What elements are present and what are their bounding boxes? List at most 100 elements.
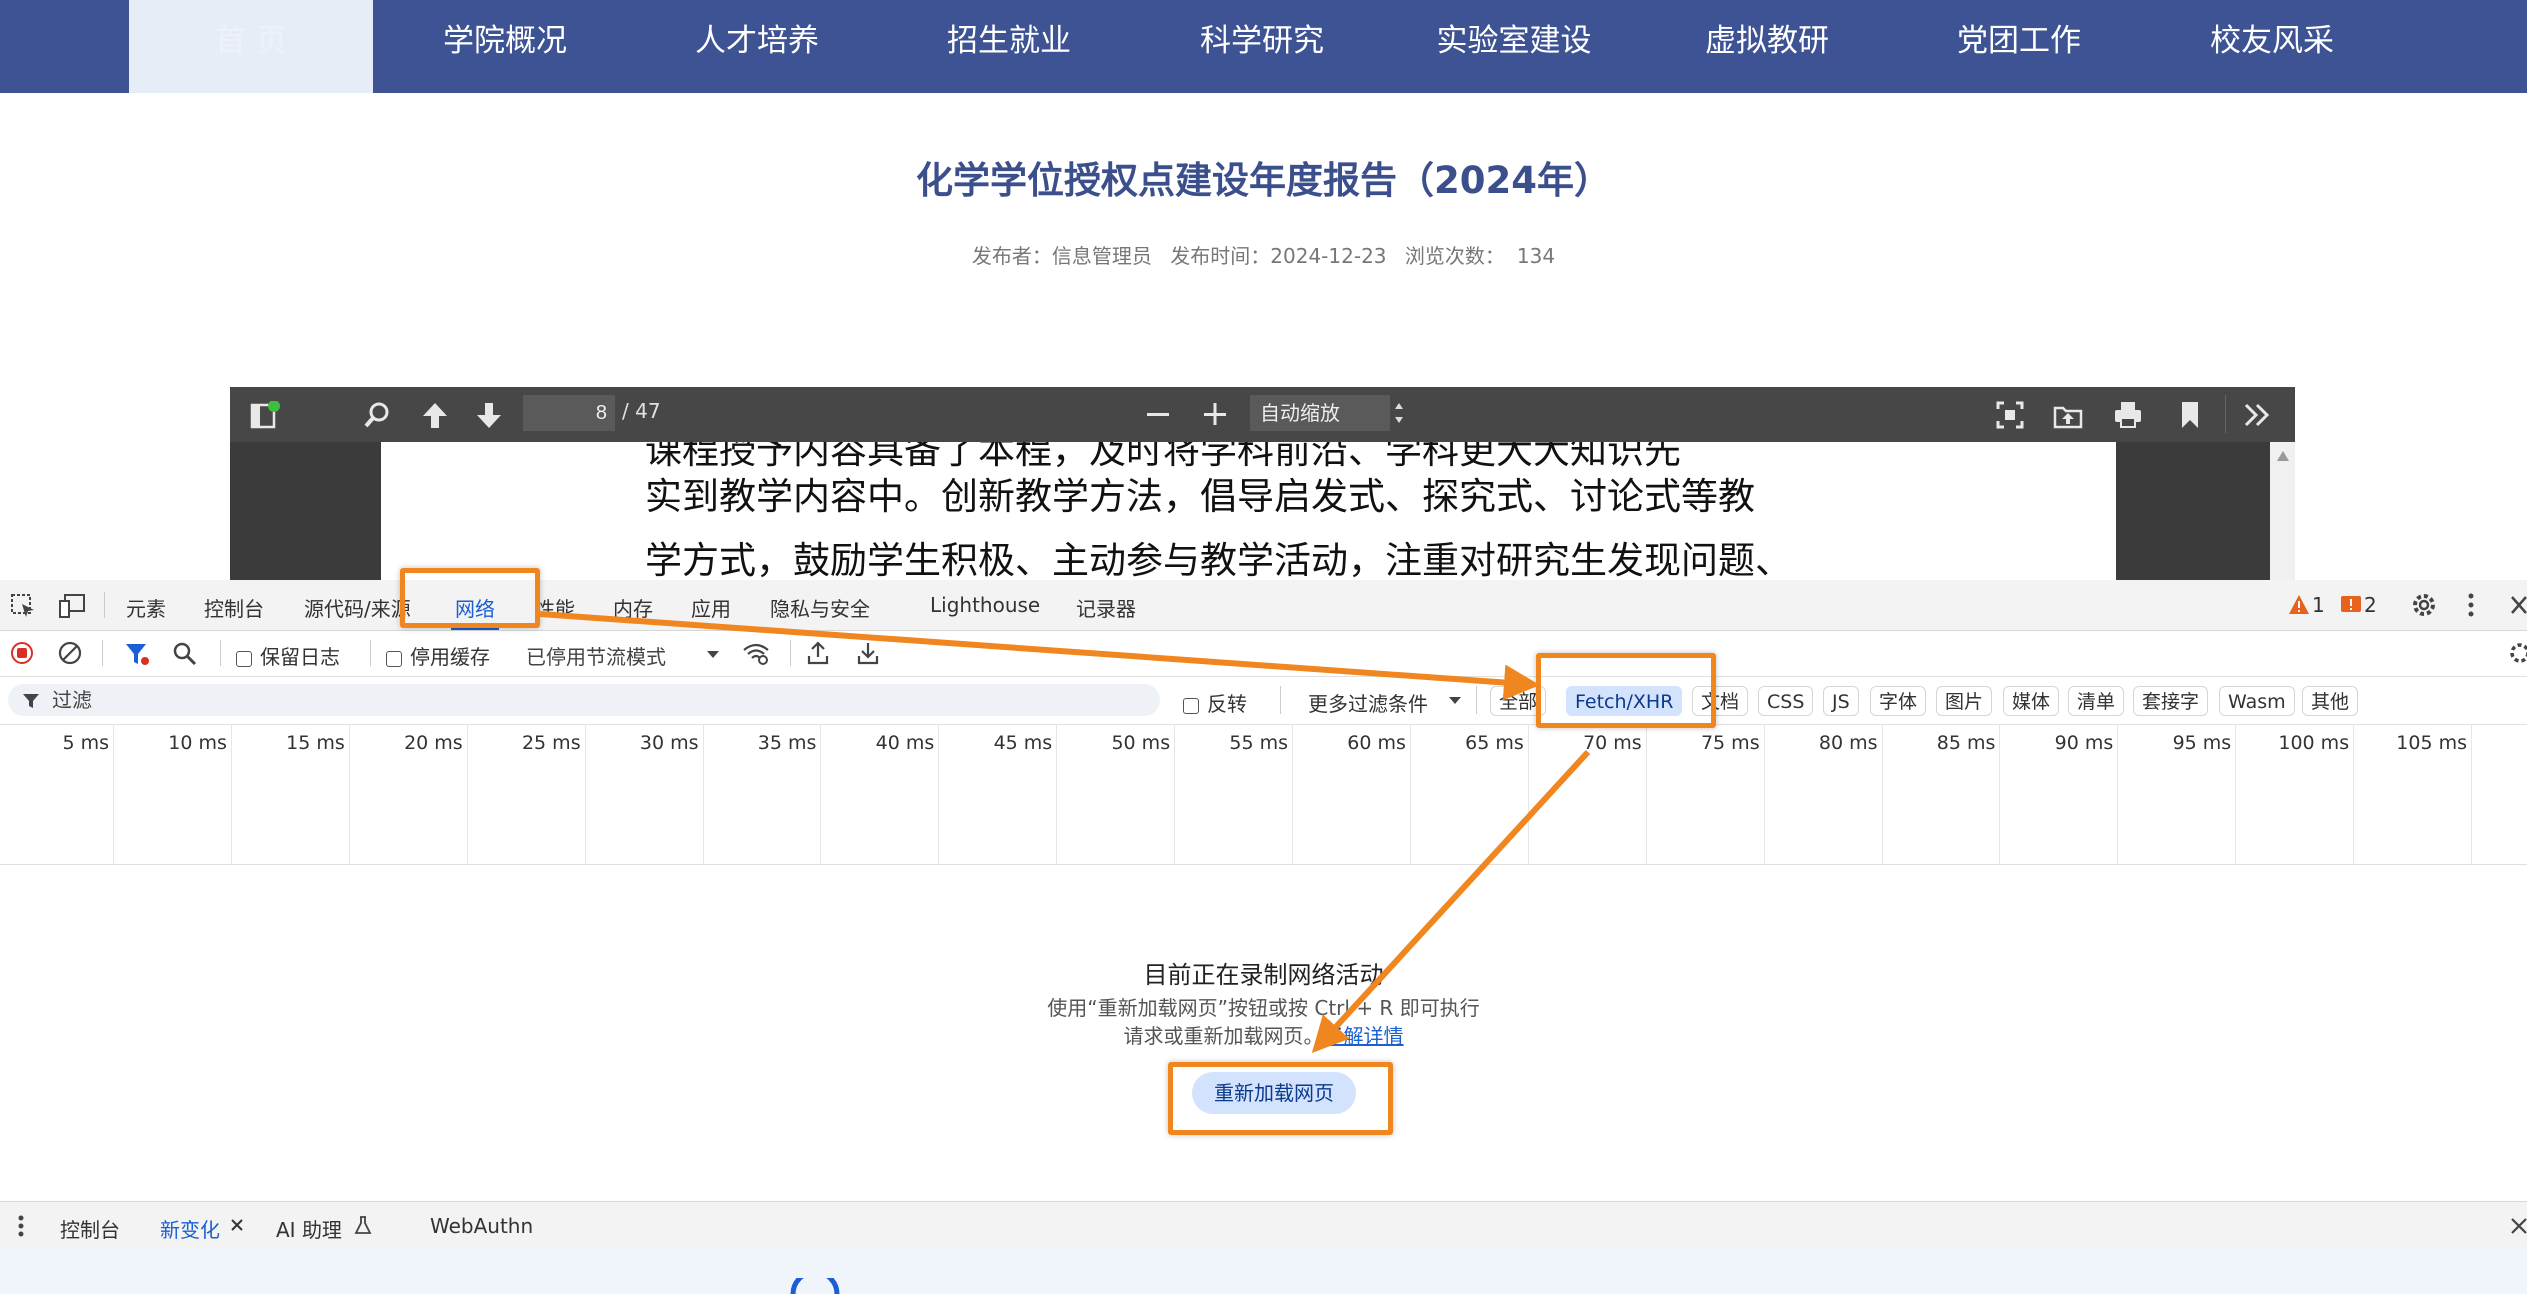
nav-item-lab[interactable]: 实验室建设 <box>1394 0 1634 93</box>
throttle-select[interactable]: 已停用节流模式 <box>526 641 666 670</box>
stop-recording-icon[interactable] <box>10 641 34 665</box>
nav-item-about[interactable]: 学院概况 <box>400 0 610 93</box>
warning-count[interactable]: 1 <box>2312 593 2325 617</box>
filter-chip-js[interactable]: JS <box>1823 686 1859 716</box>
zoom-in-icon[interactable] <box>1202 401 1228 427</box>
timeline-gridline <box>1292 724 1293 864</box>
filter-chip-other[interactable]: 其他 <box>2302 686 2359 716</box>
pdf-text-line: 学方式，鼓励学生积极、主动参与教学活动，注重对研究生发现问题、 <box>645 539 1792 580</box>
issues-count[interactable]: 2 <box>2364 593 2377 617</box>
tab-privacy-security[interactable]: 隐私与安全 <box>770 593 870 622</box>
search-icon[interactable] <box>362 400 392 430</box>
devtools-panel: 元素 控制台 源代码/来源 网络 性能 内存 应用 隐私与安全 Lighthou… <box>0 580 2527 1294</box>
checkbox-box[interactable] <box>386 650 402 667</box>
zoom-select[interactable]: 自动缩放 <box>1250 395 1403 431</box>
network-settings-icon[interactable] <box>2506 640 2527 666</box>
more-filters-dropdown[interactable]: 更多过滤条件 <box>1308 688 1428 717</box>
next-page-icon[interactable] <box>474 400 504 430</box>
timeline-gridline <box>230 724 232 864</box>
nav-item-admission[interactable]: 招生就业 <box>904 0 1114 93</box>
devtools-tab-bar: 元素 控制台 源代码/来源 网络 性能 内存 应用 隐私与安全 Lighthou… <box>0 580 2527 631</box>
filter-chip-media[interactable]: 媒体 <box>2003 686 2060 716</box>
nav-item-virtual[interactable]: 虚拟教研 <box>1662 0 1872 93</box>
print-icon[interactable] <box>2113 400 2143 430</box>
drawer-tab-console[interactable]: 控制台 <box>60 1214 120 1243</box>
publish-date: 2024-12-23 <box>1270 244 1387 268</box>
learn-more-link[interactable]: 了解详情 <box>1324 1024 1404 1048</box>
pdf-scrollbar[interactable] <box>2270 442 2295 580</box>
chevron-down-icon[interactable] <box>1448 696 1462 705</box>
presentation-mode-icon[interactable] <box>1995 400 2025 430</box>
warning-icon[interactable] <box>2288 594 2310 616</box>
timeline-gridline <box>1174 724 1176 864</box>
more-options-icon[interactable] <box>2466 591 2476 619</box>
device-toolbar-icon[interactable] <box>58 593 86 619</box>
sidebar-toggle-icon[interactable] <box>250 401 280 431</box>
network-toolbar: 保留日志 停用缓存 已停用节流模式 <box>0 630 2527 677</box>
invert-checkbox[interactable]: 反转 <box>1183 688 1247 717</box>
filter-chip-img[interactable]: 图片 <box>1936 686 1993 716</box>
timeline-tick-label: 25 ms <box>521 732 581 754</box>
filter-input[interactable]: 过滤 <box>8 684 1160 716</box>
settings-gear-icon[interactable] <box>2410 591 2438 619</box>
checkbox-box[interactable] <box>1183 697 1199 714</box>
drawer-tab-webauthn[interactable]: WebAuthn <box>430 1214 533 1238</box>
page-number-input[interactable] <box>523 395 615 431</box>
drawer-tab-changes[interactable]: 新变化 <box>156 1214 224 1253</box>
network-conditions-icon[interactable] <box>742 641 770 665</box>
view-count: 134 <box>1516 244 1556 268</box>
timeline-tick-label: 105 ms <box>2396 732 2467 754</box>
filter-chip-css[interactable]: CSS <box>1758 686 1814 716</box>
timeline-tick-label: 30 ms <box>639 732 699 754</box>
tab-elements[interactable]: 元素 <box>126 593 166 622</box>
nav-item-talent[interactable]: 人才培养 <box>652 0 862 93</box>
tab-sources[interactable]: 源代码/来源 <box>304 593 411 622</box>
export-har-icon[interactable] <box>856 640 880 666</box>
inspect-element-icon[interactable] <box>10 593 36 619</box>
timeline-tick-label: 60 ms <box>1347 732 1406 754</box>
disable-cache-checkbox[interactable]: 停用缓存 <box>386 641 490 670</box>
clear-icon[interactable] <box>58 641 82 665</box>
issues-icon[interactable] <box>2340 594 2362 616</box>
nav-item-research[interactable]: 科学研究 <box>1157 0 1367 93</box>
network-timeline[interactable]: 5 ms 10 ms 15 ms 20 ms 25 ms 30 ms 35 ms 40 ms 4… <box>0 724 2527 865</box>
drawer-menu-icon[interactable] <box>17 1214 25 1238</box>
tab-console[interactable]: 控制台 <box>204 593 264 622</box>
timeline-tick-label: 5 ms <box>62 732 109 754</box>
tab-performance[interactable]: 性能 <box>535 593 575 622</box>
tab-application[interactable]: 应用 <box>691 593 731 622</box>
close-tab-icon[interactable] <box>230 1218 244 1232</box>
previous-page-icon[interactable] <box>420 400 450 430</box>
timeline-gridline <box>348 724 350 864</box>
tab-memory[interactable]: 内存 <box>613 593 653 622</box>
checkbox-box[interactable] <box>236 650 252 667</box>
scroll-up-icon[interactable] <box>2276 450 2290 462</box>
open-file-icon[interactable] <box>2053 400 2083 430</box>
timeline-tick-label: 35 ms <box>757 732 817 754</box>
tab-lighthouse[interactable]: Lighthouse <box>930 593 1040 617</box>
preserve-log-checkbox[interactable]: 保留日志 <box>236 641 340 670</box>
filter-chip-wasm[interactable]: Wasm <box>2219 686 2295 716</box>
zoom-out-icon[interactable] <box>1145 401 1171 427</box>
loading-icon <box>790 1278 840 1294</box>
import-har-icon[interactable] <box>806 640 830 666</box>
search-icon[interactable] <box>172 641 198 667</box>
filter-chip-font[interactable]: 字体 <box>1870 686 1927 716</box>
nav-item-party[interactable]: 党团工作 <box>1914 0 2124 93</box>
timeline-gridline <box>2353 724 2355 864</box>
timeline-tick-label: 55 ms <box>1229 732 1288 754</box>
filter-chip-manifest[interactable]: 清单 <box>2068 686 2125 716</box>
drawer-tab-ai-assistant[interactable]: AI 助理 <box>276 1214 342 1243</box>
close-devtools-icon[interactable] <box>2510 595 2527 615</box>
filter-icon[interactable] <box>124 641 150 667</box>
site-nav: 首 页 学院概况 人才培养 招生就业 科学研究 实验室建设 虚拟教研 党团工作 … <box>0 0 2527 93</box>
chevron-down-icon[interactable] <box>706 650 720 659</box>
nav-item-alumni[interactable]: 校友风采 <box>2167 0 2377 93</box>
tab-recorder[interactable]: 记录器 <box>1076 593 1136 622</box>
nav-item-home[interactable]: 首 页 <box>129 0 373 93</box>
close-drawer-icon[interactable] <box>2510 1217 2527 1235</box>
timeline-gridline <box>1056 724 1058 864</box>
filter-chip-socket[interactable]: 套接字 <box>2133 686 2209 716</box>
bookmark-icon[interactable] <box>2175 400 2205 430</box>
tools-menu-icon[interactable] <box>2242 401 2272 429</box>
